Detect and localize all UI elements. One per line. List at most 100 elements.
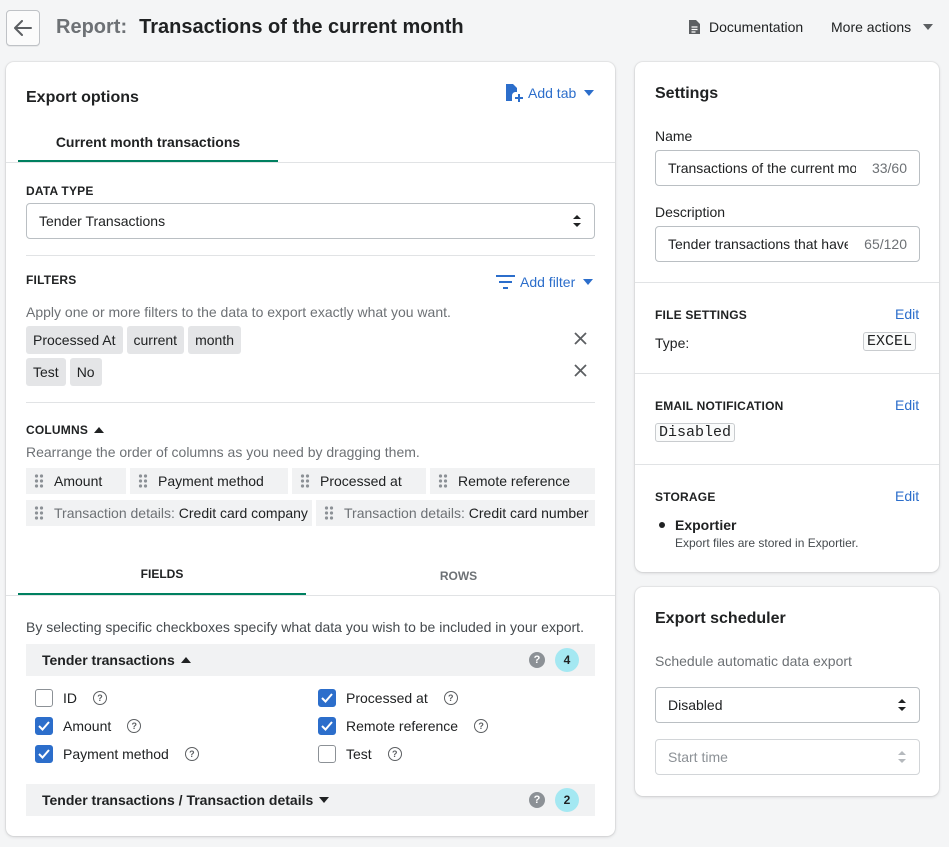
help-icon[interactable]: ? <box>443 691 458 705</box>
column-chip[interactable]: Amount <box>26 468 126 494</box>
description-input[interactable]: Tender transactions that have been proce… <box>655 226 920 262</box>
section-divider <box>26 255 595 256</box>
export-scheduler-card: Export scheduler Schedule automatic data… <box>635 587 939 796</box>
column-label: Credit card company <box>178 505 308 521</box>
filter-chip[interactable]: No <box>69 358 102 386</box>
data-type-select[interactable]: Tender Transactions <box>26 203 595 239</box>
documentation-label: Documentation <box>709 19 804 35</box>
column-label: Processed at <box>320 473 402 489</box>
tabs-divider <box>6 162 615 163</box>
email-notification-edit-link[interactable]: Edit <box>895 397 919 413</box>
more-actions-button[interactable]: More actions <box>831 19 934 35</box>
caret-down-icon <box>584 90 595 96</box>
field-label: Remote reference <box>346 718 459 734</box>
storage-heading: STORAGE <box>655 490 716 504</box>
checkbox[interactable] <box>318 689 336 707</box>
export-options-card: Export options Add tab Current month tra… <box>6 62 615 836</box>
email-notification-value: Disabled <box>655 423 736 442</box>
add-filter-button[interactable]: Add filter <box>496 274 594 290</box>
checkbox[interactable] <box>318 745 336 763</box>
column-prefix: Transaction details: <box>344 505 465 521</box>
field-checkbox-id[interactable]: ID ? <box>35 689 107 707</box>
column-prefix: Transaction details: <box>54 505 175 521</box>
export-options-title: Export options <box>26 89 139 106</box>
drag-handle-icon[interactable] <box>300 473 310 489</box>
storage-item-description: Export files are stored in Exportier. <box>675 536 859 550</box>
drag-handle-icon[interactable] <box>138 473 148 489</box>
help-icon[interactable]: ? <box>184 747 199 761</box>
column-chip[interactable]: Payment method <box>130 468 288 494</box>
help-icon[interactable]: ? <box>529 792 545 808</box>
bullet <box>659 522 665 528</box>
tab-fields[interactable]: FIELDS <box>18 555 306 596</box>
field-group-header[interactable]: Tender transactions / Transaction detail… <box>26 784 595 816</box>
checkbox[interactable] <box>318 717 336 735</box>
filter-chip[interactable]: Processed At <box>26 326 123 354</box>
field-group-header[interactable]: Tender transactions ? 4 <box>26 644 595 676</box>
documentation-button[interactable]: Documentation <box>688 19 803 35</box>
help-icon[interactable]: ? <box>93 691 107 705</box>
filters-heading: FILTERS <box>26 273 77 287</box>
help-icon[interactable]: ? <box>127 719 142 733</box>
field-label: Test <box>346 746 372 762</box>
data-type-heading: DATA TYPE <box>26 184 94 198</box>
name-input[interactable]: Transactions of the current month 33/60 <box>655 150 920 186</box>
scheduler-description: Schedule automatic data export <box>655 653 852 669</box>
export-scheduler-title: Export scheduler <box>655 610 786 627</box>
filter-chip[interactable]: current <box>126 326 185 354</box>
field-checkbox-remote-reference[interactable]: Remote reference ? <box>318 717 489 735</box>
field-checkbox-processed-at[interactable]: Processed at ? <box>318 689 458 707</box>
column-chip[interactable]: Transaction details: Credit card number <box>316 500 595 526</box>
field-label: ID <box>63 690 77 706</box>
checkmark-icon <box>321 693 333 703</box>
remove-filter-icon[interactable] <box>574 332 587 345</box>
start-time-select[interactable]: Start time <box>655 739 920 775</box>
columns-description: Rearrange the order of columns as you ne… <box>26 444 420 460</box>
checkmark-icon <box>321 721 333 731</box>
column-label: Credit card number <box>468 505 589 521</box>
tab-current-month-transactions[interactable]: Current month transactions <box>18 124 278 163</box>
document-icon <box>689 20 700 34</box>
back-button[interactable] <box>6 10 40 46</box>
scheduler-select[interactable]: Disabled <box>655 687 920 723</box>
drag-handle-icon[interactable] <box>34 505 44 521</box>
filter-chip[interactable]: Test <box>26 358 66 386</box>
storage-item-title: Exportier <box>675 517 737 533</box>
tab-label: Current month transactions <box>55 134 241 150</box>
file-settings-edit-link[interactable]: Edit <box>895 306 919 322</box>
name-value: Transactions of the current month <box>668 160 856 176</box>
add-tab-button[interactable]: Add tab <box>504 83 595 103</box>
checkbox[interactable] <box>35 717 53 735</box>
help-icon[interactable]: ? <box>474 719 489 733</box>
drag-handle-icon[interactable] <box>438 473 448 489</box>
columns-heading: COLUMNS <box>26 423 89 437</box>
column-chip[interactable]: Processed at <box>292 468 426 494</box>
select-arrows-icon <box>573 215 581 227</box>
select-arrows-icon <box>898 751 906 763</box>
add-filter-label: Add filter <box>520 274 576 290</box>
column-label: Payment method <box>158 473 264 489</box>
filter-chip[interactable]: month <box>188 326 241 354</box>
character-count: 65/120 <box>864 236 907 252</box>
drag-handle-icon[interactable] <box>34 473 44 489</box>
remove-filter-icon[interactable] <box>574 364 587 377</box>
tab-rows[interactable]: ROWS <box>306 555 611 596</box>
tabs-divider <box>6 595 615 596</box>
section-divider <box>635 373 939 374</box>
field-checkbox-test[interactable]: Test ? <box>318 745 402 763</box>
more-actions-label: More actions <box>831 19 912 35</box>
column-chip[interactable]: Transaction details: Credit card company <box>26 500 312 526</box>
field-checkbox-amount[interactable]: Amount ? <box>35 717 142 735</box>
field-checkbox-payment-method[interactable]: Payment method ? <box>35 745 199 763</box>
checkbox[interactable] <box>35 745 53 763</box>
page-title-text: Transactions of the current month <box>139 16 464 38</box>
drag-handle-icon[interactable] <box>324 505 334 521</box>
storage-edit-link[interactable]: Edit <box>895 488 919 504</box>
data-type-value: Tender Transactions <box>39 213 166 229</box>
column-chip[interactable]: Remote reference <box>430 468 595 494</box>
scheduler-select-value: Disabled <box>668 697 723 713</box>
columns-toggle[interactable]: COLUMNS <box>26 423 105 437</box>
help-icon[interactable]: ? <box>387 747 402 761</box>
checkbox[interactable] <box>35 689 53 707</box>
help-icon[interactable]: ? <box>529 652 545 668</box>
